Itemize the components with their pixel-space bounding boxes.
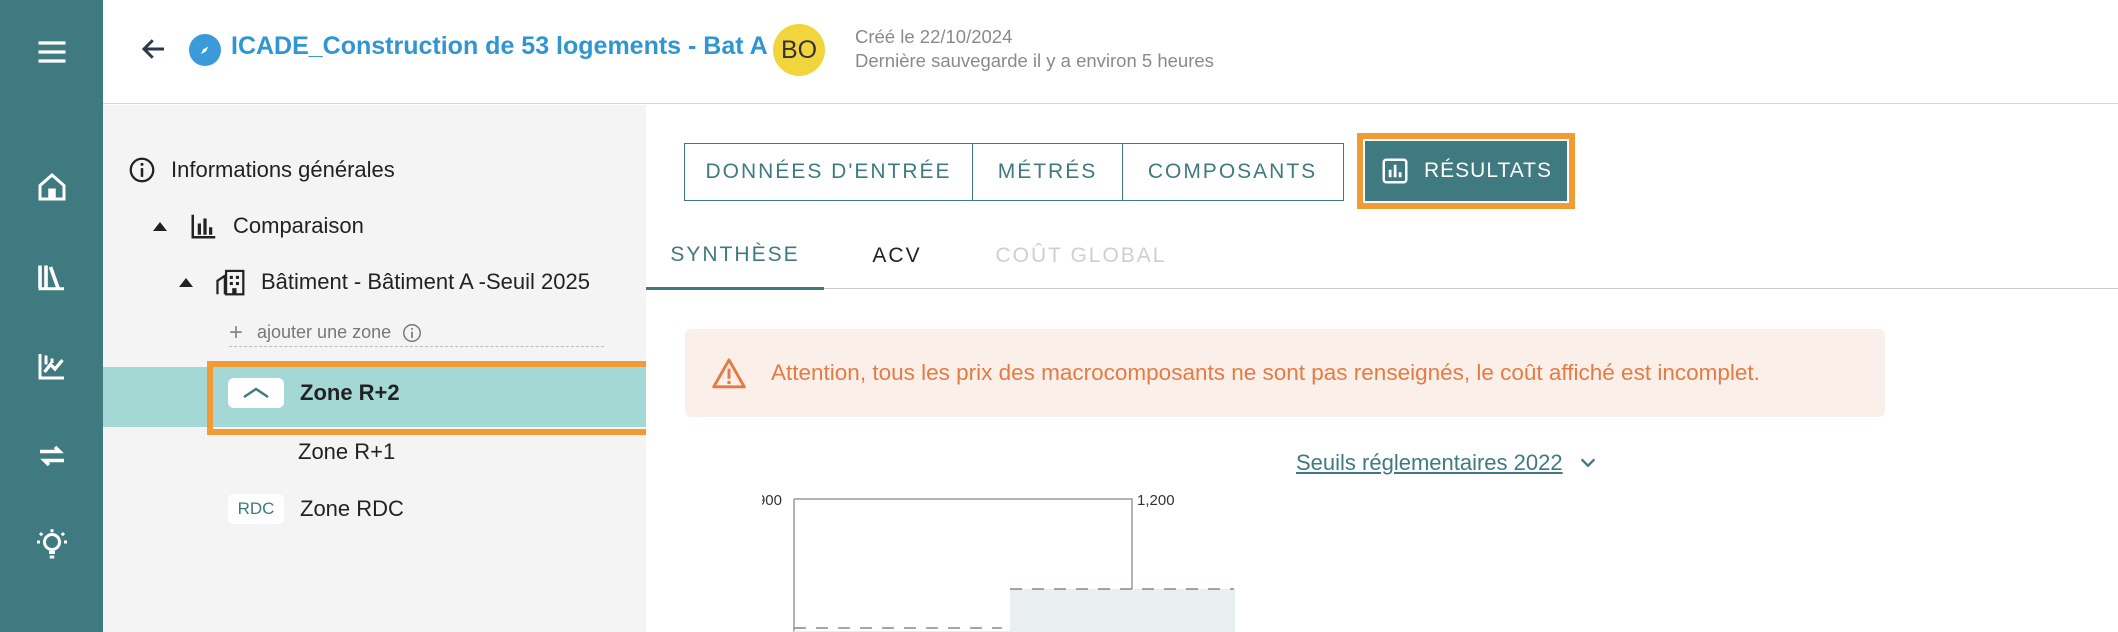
building-icon bbox=[216, 269, 245, 296]
subtab-cout-global: COÛT GLOBAL bbox=[995, 244, 1167, 267]
results-chart-icon bbox=[1382, 158, 1408, 184]
tree-item-label: Comparaison bbox=[233, 213, 364, 238]
swap-icon[interactable] bbox=[0, 421, 103, 491]
header: ICADE_Construction de 53 logements - Bat… bbox=[103, 0, 2118, 104]
avatar[interactable]: BO bbox=[773, 24, 825, 76]
section-tabs: DONNÉES D'ENTRÉE MÉTRÉS COMPOSANTS bbox=[683, 143, 1344, 201]
library-icon[interactable] bbox=[0, 241, 103, 311]
tab-metres[interactable]: MÉTRÉS bbox=[972, 143, 1123, 201]
compass-icon bbox=[189, 34, 221, 66]
y-right-top-label: 1,200 bbox=[1137, 492, 1175, 509]
tab-resultats-label: RÉSULTATS bbox=[1423, 159, 1553, 182]
tab-composants[interactable]: COMPOSANTS bbox=[1121, 143, 1344, 201]
zone-tag: RDC bbox=[228, 494, 284, 524]
info-icon bbox=[129, 157, 155, 183]
project-title[interactable]: ICADE_Construction de 53 logements - Bat… bbox=[231, 32, 768, 61]
subtab-synthese[interactable]: SYNTHÈSE bbox=[646, 223, 824, 290]
warning-icon bbox=[712, 358, 746, 389]
menu-icon[interactable] bbox=[0, 17, 103, 87]
created-date: Créé le 22/10/2024 bbox=[855, 26, 1013, 47]
add-zone-button[interactable]: + ajouter une zone bbox=[229, 319, 604, 347]
project-tree: Informations générales Comparaison Bâtim… bbox=[103, 105, 653, 632]
warning-banner: Attention, tous les prix des macrocompos… bbox=[685, 329, 1885, 417]
tab-donnees-entree[interactable]: DONNÉES D'ENTRÉE bbox=[683, 143, 974, 201]
tree-item-zone-rdc[interactable]: RDC Zone RDC bbox=[228, 494, 404, 524]
tree-item-label: Informations générales bbox=[171, 157, 395, 182]
tree-item-zone-r1[interactable]: Zone R+1 bbox=[298, 439, 395, 465]
tab-resultats[interactable]: RÉSULTATS bbox=[1365, 141, 1567, 201]
tree-item-comparaison[interactable]: Comparaison bbox=[153, 211, 364, 241]
add-zone-label: ajouter une zone bbox=[257, 322, 392, 342]
last-saved: Dernière sauvegarde il y a environ 5 heu… bbox=[855, 50, 1214, 71]
highlight-frame bbox=[207, 361, 653, 435]
sub-tabs: SYNTHÈSE ACV COÛT GLOBAL bbox=[646, 223, 2118, 290]
bar bbox=[1010, 589, 1235, 632]
chart-icon[interactable] bbox=[0, 331, 103, 401]
warning-text: Attention, tous les prix des macrocompos… bbox=[771, 360, 1760, 385]
bar-chart-icon bbox=[191, 214, 216, 239]
results-chart: 900 1,200 bbox=[762, 492, 1235, 632]
y-left-top-label: 900 bbox=[762, 492, 782, 509]
tree-item-label: Bâtiment - Bâtiment A -Seuil 2025 bbox=[261, 269, 590, 294]
chevron-down-icon bbox=[1580, 458, 1595, 468]
main-content: DONNÉES D'ENTRÉE MÉTRÉS COMPOSANTS RÉSUL… bbox=[646, 105, 2118, 632]
project-meta: Créé le 22/10/2024 Dernière sauvegarde i… bbox=[855, 25, 1214, 73]
tree-item-informations[interactable]: Informations générales bbox=[127, 155, 395, 185]
tree-item-label: Zone RDC bbox=[300, 496, 404, 521]
tree-item-batiment[interactable]: Bâtiment - Bâtiment A -Seuil 2025 bbox=[179, 267, 590, 297]
plus-icon: + bbox=[229, 318, 244, 346]
side-rail bbox=[0, 0, 103, 632]
collapse-caret-icon[interactable] bbox=[153, 221, 167, 231]
collapse-caret-icon[interactable] bbox=[179, 277, 193, 287]
seuils-dropdown[interactable]: Seuils réglementaires 2022 bbox=[1296, 450, 1599, 476]
info-icon[interactable] bbox=[401, 322, 423, 344]
tree-item-label: Zone R+1 bbox=[298, 439, 396, 464]
back-arrow-icon[interactable] bbox=[133, 28, 175, 70]
subtab-acv[interactable]: ACV bbox=[824, 223, 970, 289]
home-icon[interactable] bbox=[0, 152, 103, 222]
lightbulb-icon[interactable] bbox=[0, 510, 103, 580]
seuils-link: Seuils réglementaires 2022 bbox=[1296, 450, 1563, 475]
